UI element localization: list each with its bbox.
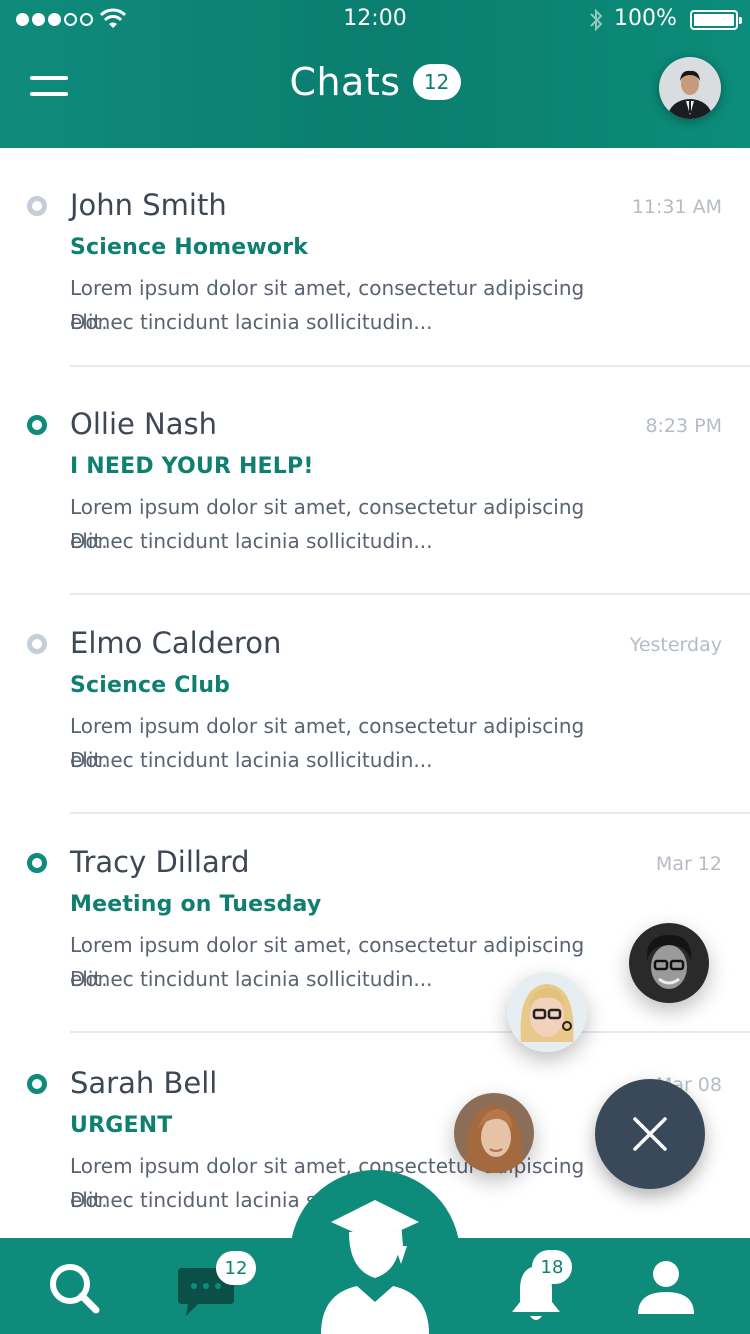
chat-timestamp: 11:31 AM [631, 196, 722, 218]
chat-subject: URGENT [70, 1113, 173, 1138]
close-floating-menu-button[interactable] [595, 1079, 705, 1189]
unread-status-indicator [27, 1074, 47, 1094]
chat-sender-name: Tracy Dillard [70, 845, 250, 879]
read-status-indicator [27, 196, 47, 216]
unread-count-badge: 12 [412, 64, 461, 100]
app-header: 12:00 100% Chats 12 [0, 0, 750, 148]
search-icon [50, 1264, 100, 1314]
chat-timestamp: 8:23 PM [645, 415, 722, 437]
notifications-badge: 18 [532, 1250, 572, 1284]
close-icon [633, 1117, 667, 1151]
bluetooth-icon [590, 8, 603, 32]
chat-item[interactable]: Tracy Dillard Mar 12 Meeting on Tuesday … [0, 814, 750, 1033]
header-title-group: Chats 12 [0, 60, 750, 104]
chat-sender-name: Elmo Calderon [70, 626, 282, 660]
chat-item[interactable]: John Smith 11:31 AM Science Homework Lor… [0, 148, 750, 367]
status-bar: 12:00 100% [0, 0, 750, 40]
divider [70, 365, 750, 367]
chat-item[interactable]: Elmo Calderon Yesterday Science Club Lor… [0, 595, 750, 814]
user-avatar[interactable] [659, 57, 721, 119]
quick-contact-avatar[interactable] [507, 972, 587, 1052]
battery-percentage: 100% [614, 6, 677, 31]
divider [70, 1031, 750, 1033]
chat-subject: Meeting on Tuesday [70, 892, 322, 917]
quick-contact-avatar[interactable] [454, 1093, 534, 1173]
chat-sender-name: John Smith [70, 188, 227, 222]
chat-timestamp: Mar 12 [655, 853, 722, 875]
chat-item[interactable]: Ollie Nash 8:23 PM I NEED YOUR HELP! Lor… [0, 376, 750, 595]
chat-preview-line-2: Donec tincidunt lacinia sollicitudin... [70, 310, 433, 334]
messages-badge: 12 [216, 1251, 256, 1285]
graduate-icon [321, 1200, 429, 1334]
chat-timestamp: Yesterday [629, 634, 722, 656]
unread-status-indicator [27, 853, 47, 873]
nav-messages-button[interactable]: 12 [160, 1238, 270, 1334]
quick-contact-avatar[interactable] [629, 923, 709, 1003]
chat-preview-line-2: Donec tincidunt lacinia sollicitudin... [70, 748, 433, 772]
chat-preview-line-2: Donec tincidunt lacinia sollicitudin... [70, 529, 433, 553]
chat-subject: I NEED YOUR HELP! [70, 454, 314, 479]
chat-subject: Science Homework [70, 235, 309, 260]
chat-subject: Science Club [70, 673, 231, 698]
chat-sender-name: Ollie Nash [70, 407, 218, 441]
nav-home-button[interactable] [290, 1170, 460, 1334]
nav-profile-button[interactable] [628, 1238, 708, 1334]
nav-search-button[interactable] [30, 1238, 120, 1334]
battery-icon [690, 10, 742, 30]
chat-sender-name: Sarah Bell [70, 1066, 218, 1100]
page-title: Chats [289, 60, 401, 104]
read-status-indicator [27, 634, 47, 654]
unread-status-indicator [27, 415, 47, 435]
person-icon [638, 1261, 694, 1314]
nav-notifications-button[interactable]: 18 [500, 1238, 590, 1334]
